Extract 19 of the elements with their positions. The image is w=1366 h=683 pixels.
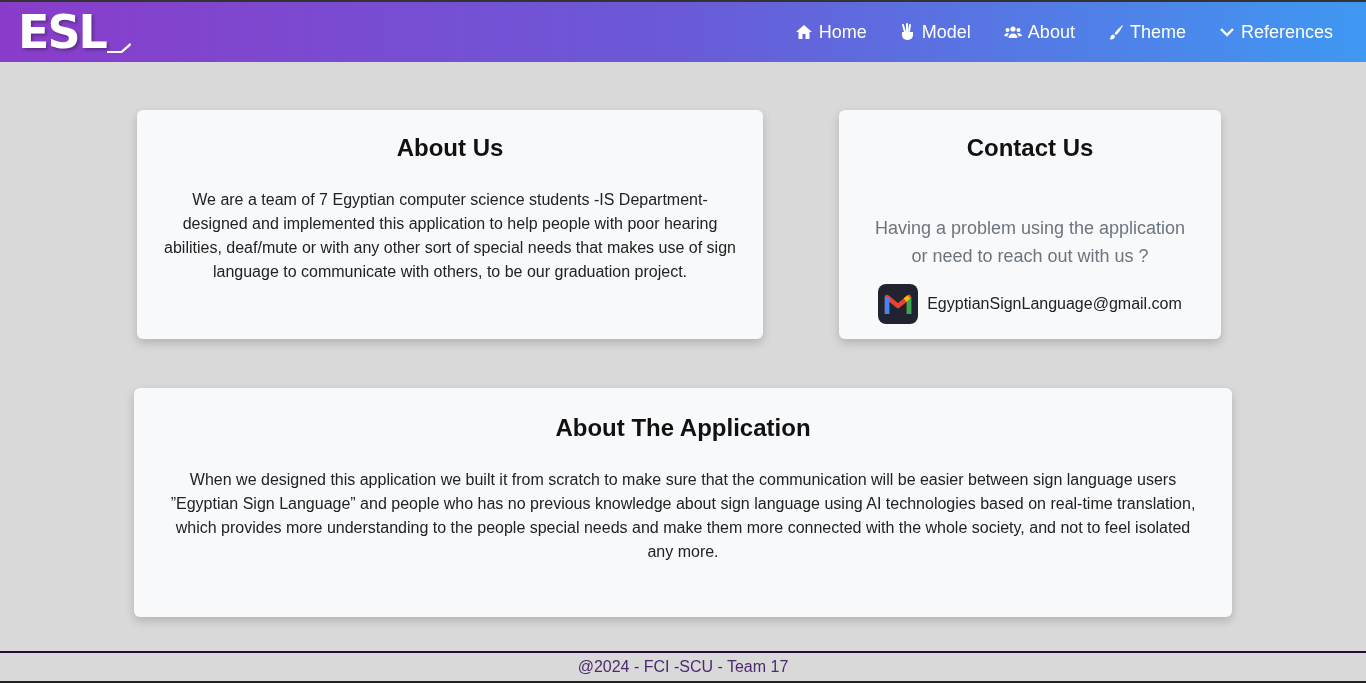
users-icon xyxy=(1003,25,1022,39)
card-title: About Us xyxy=(395,134,505,162)
nav-link[interactable]: Theme xyxy=(1107,21,1186,43)
nav-link[interactable]: About xyxy=(1003,21,1075,43)
home-icon xyxy=(794,24,813,40)
mail-icon xyxy=(878,284,919,324)
about-text: We are a team of 7 Egyptian computer science students -IS Department- designed and implemented this application to help people with poor hearing abilities, deaf/mute or with any other sort of special needs that makes use of sign language to communicate with others, to be our graduation project. xyxy=(163,190,737,282)
nav-link[interactable]: Home xyxy=(794,21,867,43)
application-text: When we designed this application we built it from scratch to make sure that the communication will be easier between sign language users ”Egyptian Sign Language” and people who has no previous knowledge about sign language using AI technologies based on real-time translation, which provides more understanding to the people special needs and make them more connected with the whole society, and not to feel isolated any more. xyxy=(170,470,1196,562)
email-text: EgyptianSignLanguage@gmail.com xyxy=(927,295,1182,313)
footer-text: @2024 - FCI -SCU - Team 17 xyxy=(577,658,789,676)
caret-icon xyxy=(1218,26,1235,38)
logo[interactable]: ESL xyxy=(18,9,132,55)
nav-link[interactable]: Model xyxy=(899,21,971,43)
brush-icon xyxy=(1107,24,1124,40)
nav-link[interactable]: References xyxy=(1218,21,1333,43)
contact-text: Having a problem using the application or need to reach out with us ? xyxy=(873,217,1187,268)
card-title: Contact Us xyxy=(965,134,1095,162)
card-title: About The Application xyxy=(554,414,812,442)
